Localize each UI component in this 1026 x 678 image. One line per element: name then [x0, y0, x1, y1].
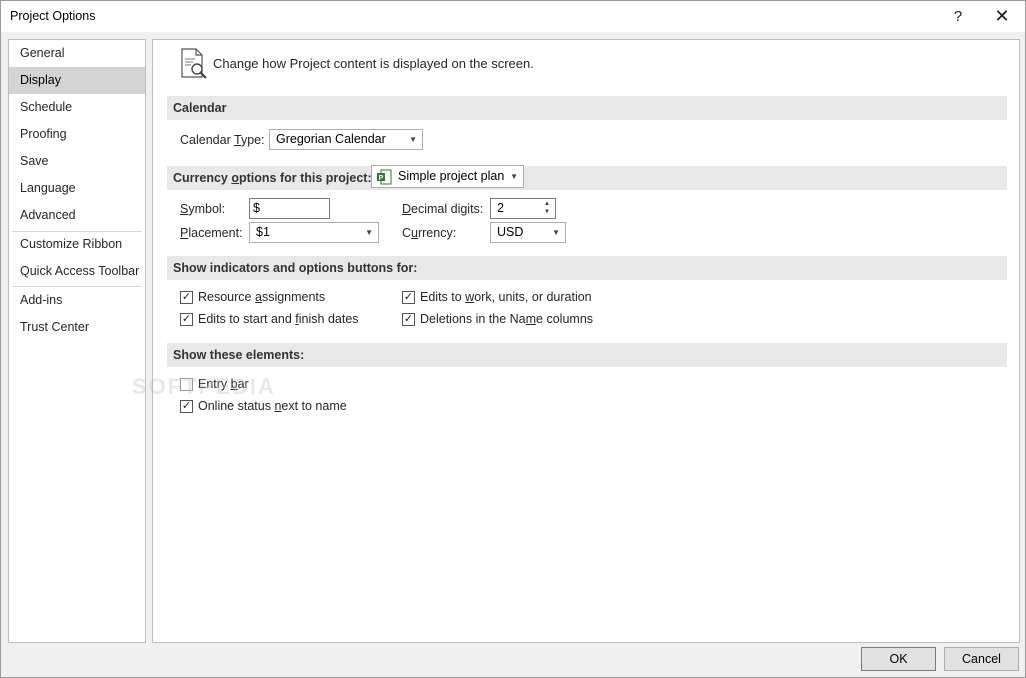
- start-finish-dates-checkbox[interactable]: ✓: [180, 313, 193, 326]
- nav-item-proofing[interactable]: Proofing: [9, 121, 145, 148]
- chevron-down-icon: ▼: [510, 172, 518, 181]
- nav-item-customize-ribbon[interactable]: Customize Ribbon: [9, 231, 145, 258]
- nav-item-add-ins[interactable]: Add-ins: [9, 287, 145, 314]
- document-magnifier-icon: [181, 48, 207, 79]
- close-button[interactable]: ✕: [979, 1, 1025, 32]
- currency-dropdown[interactable]: USD ▼: [490, 222, 566, 243]
- work-units-duration-label: Edits to work, units, or duration: [420, 290, 592, 304]
- currency-project-dropdown[interactable]: P Simple project plan ▼: [371, 165, 524, 188]
- decimal-digits-label: Decimal digits:: [402, 202, 484, 216]
- cancel-button[interactable]: Cancel: [944, 647, 1019, 671]
- ok-button[interactable]: OK: [861, 647, 936, 671]
- deletions-name-columns-label: Deletions in the Name columns: [420, 312, 594, 326]
- nav-item-save[interactable]: Save: [9, 148, 145, 175]
- spinner-arrows-icon[interactable]: ▲ ▼: [542, 200, 552, 216]
- nav-item-schedule[interactable]: Schedule: [9, 94, 145, 121]
- indicators-section-header: Show indicators and options buttons for:: [167, 256, 1007, 280]
- deletions-name-columns-checkbox[interactable]: ✓: [402, 313, 415, 326]
- calendar-section-header: Calendar: [167, 96, 1007, 120]
- nav-item-general[interactable]: General: [9, 40, 145, 67]
- resource-assignments-label: Resource assignments: [198, 290, 326, 304]
- help-button[interactable]: ?: [935, 1, 981, 32]
- nav-item-quick-access-toolbar[interactable]: Quick Access Toolbar: [9, 258, 145, 285]
- start-finish-dates-label: Edits to start and finish dates: [198, 312, 359, 326]
- elements-section-header: Show these elements:: [167, 343, 1007, 367]
- online-status-checkbox[interactable]: ✓: [180, 400, 193, 413]
- project-options-dialog: Project Options ? ✕ General Display Sche…: [0, 0, 1026, 678]
- online-status-label: Online status next to name: [198, 399, 347, 413]
- nav-item-language[interactable]: Language: [9, 175, 145, 202]
- svg-text:P: P: [379, 175, 384, 182]
- nav-item-advanced[interactable]: Advanced: [9, 202, 145, 229]
- watermark: SOFTPEDIA: [132, 374, 276, 399]
- chevron-down-icon: ▼: [552, 228, 560, 237]
- intro-text: Change how Project content is displayed …: [213, 56, 534, 71]
- decimal-digits-spinner[interactable]: 2 ▲ ▼: [490, 198, 556, 219]
- chevron-down-icon: ▼: [365, 228, 373, 237]
- chevron-down-icon: ▼: [409, 135, 417, 144]
- nav-item-trust-center[interactable]: Trust Center: [9, 314, 145, 341]
- display-options-panel: Change how Project content is displayed …: [152, 39, 1020, 643]
- currency-section-header: Currency options for this project:: [167, 166, 1007, 190]
- window-title: Project Options: [10, 9, 96, 23]
- nav-item-display[interactable]: Display: [9, 67, 145, 94]
- resource-assignments-checkbox[interactable]: ✓: [180, 291, 193, 304]
- placement-label: Placement:: [180, 226, 243, 240]
- symbol-input[interactable]: $: [249, 198, 330, 219]
- title-bar: Project Options ? ✕: [1, 1, 1025, 32]
- work-units-duration-checkbox[interactable]: ✓: [402, 291, 415, 304]
- calendar-type-label: Calendar Type:: [180, 133, 265, 147]
- symbol-label: Symbol:: [180, 202, 226, 216]
- options-nav: General Display Schedule Proofing Save L…: [8, 39, 146, 643]
- currency-label: Currency:: [402, 226, 457, 240]
- placement-dropdown[interactable]: $1 ▼: [249, 222, 379, 243]
- calendar-type-dropdown[interactable]: Gregorian Calendar ▼: [269, 129, 423, 150]
- project-file-icon: P: [377, 169, 392, 185]
